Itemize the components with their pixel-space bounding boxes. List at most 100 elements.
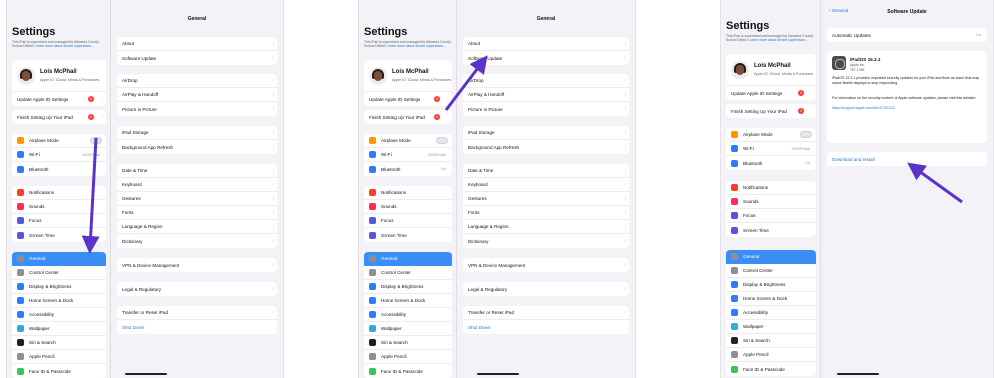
learn-more-link[interactable]: Learn more about device supervision...	[750, 38, 808, 42]
sidebar-item-home-screen[interactable]: Home Screen & Dock	[364, 294, 452, 308]
sidebar-item-screen-time[interactable]: Screen Time	[726, 223, 816, 237]
keyboard-row[interactable]: Keyboard ›	[463, 178, 629, 192]
airdrop-row[interactable]: AirDrop ›	[463, 74, 629, 88]
legal-row[interactable]: Legal & Regulatory ›	[463, 282, 629, 296]
storage-row[interactable]: iPad Storage ›	[463, 126, 629, 140]
bg-refresh-row[interactable]: Background App Refresh ›	[463, 140, 629, 154]
gestures-row[interactable]: Gestures ›	[117, 192, 277, 206]
sidebar-item-bluetooth[interactable]: Bluetooth On	[364, 162, 452, 176]
language-row[interactable]: Language & Region ›	[117, 220, 277, 234]
sidebar-item-pencil[interactable]: Apple Pencil	[726, 348, 816, 362]
sidebar-item-accessibility[interactable]: Accessibility	[726, 306, 816, 320]
sidebar-item-faceid[interactable]: Face ID & Passcode	[364, 364, 452, 378]
software-update-row[interactable]: Software Update ›	[463, 51, 629, 65]
sidebar-item-general[interactable]: General	[12, 252, 106, 266]
software-update-row[interactable]: Software Update ›	[117, 51, 277, 65]
sidebar-item-control-center[interactable]: Control Center	[726, 264, 816, 278]
sidebar-item-display[interactable]: Display & Brightness	[12, 280, 106, 294]
learn-more-link[interactable]: Learn more about device supervision...	[388, 44, 446, 48]
transfer-row[interactable]: Transfer or Reset iPad ›	[463, 306, 629, 320]
apple-id-profile[interactable]: Lois McPhail Apple ID, iCloud, Media & P…	[364, 60, 452, 92]
sidebar-item-display[interactable]: Display & Brightness	[364, 280, 452, 294]
update-apple-id-row[interactable]: Update Apple ID Settings 1	[364, 92, 452, 106]
download-install-button[interactable]: Download and Install	[827, 152, 987, 166]
finish-setup-row[interactable]: Finish Setting Up Your iPad 1	[726, 104, 816, 118]
airdrop-row[interactable]: AirDrop ›	[117, 74, 277, 88]
finish-setup-row[interactable]: Finish Setting Up Your iPad 1	[364, 110, 452, 124]
airplane-toggle[interactable]	[800, 131, 812, 138]
sidebar-item-airplane[interactable]: Airplane Mode	[12, 134, 106, 148]
sidebar-item-siri[interactable]: Siri & Search	[364, 336, 452, 350]
security-content-link[interactable]: https://support.apple.com/kb/HT201222	[832, 106, 895, 110]
sidebar-item-control-center[interactable]: Control Center	[12, 266, 106, 280]
sidebar-item-airplane[interactable]: Airplane Mode	[726, 128, 816, 142]
language-row[interactable]: Language & Region ›	[463, 220, 629, 234]
sidebar-item-focus[interactable]: Focus	[12, 214, 106, 228]
dictionary-row[interactable]: Dictionary ›	[463, 234, 629, 248]
storage-row[interactable]: iPad Storage ›	[117, 126, 277, 140]
sidebar-item-wallpaper[interactable]: Wallpaper	[726, 320, 816, 334]
sidebar-item-sounds[interactable]: Sounds	[726, 195, 816, 209]
shutdown-button[interactable]: Shut Down	[463, 320, 629, 334]
gestures-row[interactable]: Gestures ›	[463, 192, 629, 206]
sidebar-item-siri[interactable]: Siri & Search	[726, 334, 816, 348]
airplane-toggle[interactable]	[436, 137, 448, 144]
sidebar-item-notifications[interactable]: Notifications	[364, 186, 452, 200]
airplane-toggle[interactable]	[90, 137, 102, 144]
pip-row[interactable]: Picture in Picture ›	[117, 102, 277, 116]
sidebar-item-airplane[interactable]: Airplane Mode	[364, 134, 452, 148]
sidebar-item-wallpaper[interactable]: Wallpaper	[12, 322, 106, 336]
about-row[interactable]: About ›	[463, 37, 629, 51]
sidebar-item-accessibility[interactable]: Accessibility	[12, 308, 106, 322]
sidebar-item-focus[interactable]: Focus	[726, 209, 816, 223]
airplay-row[interactable]: AirPlay & Handoff ›	[463, 88, 629, 102]
sidebar-item-general[interactable]: General	[726, 250, 816, 264]
vpn-row[interactable]: VPN & Device Management ›	[463, 258, 629, 272]
update-apple-id-row[interactable]: Update Apple ID Settings 1 ›	[12, 92, 106, 106]
about-row[interactable]: About ›	[117, 37, 277, 51]
sidebar-item-wifi[interactable]: Wi-Fi 2020Portal	[726, 142, 816, 156]
shutdown-button[interactable]: Shut Down	[117, 320, 277, 334]
sidebar-item-sounds[interactable]: Sounds	[12, 200, 106, 214]
apple-id-profile[interactable]: Lois McPhail Apple ID, iCloud, Media & P…	[726, 54, 816, 86]
keyboard-row[interactable]: Keyboard ›	[117, 178, 277, 192]
pip-row[interactable]: Picture in Picture ›	[463, 102, 629, 116]
learn-more-link[interactable]: Learn more about device supervision...	[36, 44, 94, 48]
transfer-row[interactable]: Transfer or Reset iPad ›	[117, 306, 277, 320]
sidebar-item-wallpaper[interactable]: Wallpaper	[364, 322, 452, 336]
finish-setup-row[interactable]: Finish Setting Up Your iPad 1 ›	[12, 110, 106, 124]
apple-id-profile[interactable]: Lois McPhail Apple ID, iCloud, Media & P…	[12, 60, 106, 92]
bg-refresh-row[interactable]: Background App Refresh ›	[117, 140, 277, 154]
sidebar-item-wifi[interactable]: Wi-Fi 2020Portal	[364, 148, 452, 162]
update-apple-id-row[interactable]: Update Apple ID Settings 1	[726, 86, 816, 100]
sidebar-item-notifications[interactable]: Notifications	[12, 186, 106, 200]
sidebar-item-pencil[interactable]: Apple Pencil	[364, 350, 452, 364]
sidebar-item-control-center[interactable]: Control Center	[364, 266, 452, 280]
automatic-updates-row[interactable]: Automatic Updates On	[827, 28, 987, 42]
sidebar-item-screen-time[interactable]: Screen Time	[12, 228, 106, 242]
sidebar-item-bluetooth[interactable]: Bluetooth On	[726, 156, 816, 170]
vpn-row[interactable]: VPN & Device Management ›	[117, 258, 277, 272]
fonts-row[interactable]: Fonts ›	[117, 206, 277, 220]
legal-row[interactable]: Legal & Regulatory ›	[117, 282, 277, 296]
sidebar-item-accessibility[interactable]: Accessibility	[364, 308, 452, 322]
sidebar-item-display[interactable]: Display & Brightness	[726, 278, 816, 292]
sidebar-item-notifications[interactable]: Notifications	[726, 181, 816, 195]
sidebar-item-home-screen[interactable]: Home Screen & Dock	[12, 294, 106, 308]
sidebar-item-siri[interactable]: Siri & Search	[12, 336, 106, 350]
sidebar-item-sounds[interactable]: Sounds	[364, 200, 452, 214]
sidebar-item-wifi[interactable]: Wi-Fi 2020Portal	[12, 148, 106, 162]
dictionary-row[interactable]: Dictionary ›	[117, 234, 277, 248]
sidebar-item-general[interactable]: General	[364, 252, 452, 266]
date-time-row[interactable]: Date & Time ›	[117, 164, 277, 178]
sidebar-item-faceid[interactable]: Face ID & Passcode	[726, 362, 816, 376]
date-time-row[interactable]: Date & Time ›	[463, 164, 629, 178]
sidebar-item-faceid[interactable]: Face ID & Passcode	[12, 364, 106, 378]
sidebar-item-screen-time[interactable]: Screen Time	[364, 228, 452, 242]
sidebar-item-bluetooth[interactable]: Bluetooth	[12, 162, 106, 176]
sidebar-item-focus[interactable]: Focus	[364, 214, 452, 228]
airplay-row[interactable]: AirPlay & Handoff ›	[117, 88, 277, 102]
fonts-row[interactable]: Fonts ›	[463, 206, 629, 220]
sidebar-item-home-screen[interactable]: Home Screen & Dock	[726, 292, 816, 306]
sidebar-item-pencil[interactable]: Apple Pencil	[12, 350, 106, 364]
